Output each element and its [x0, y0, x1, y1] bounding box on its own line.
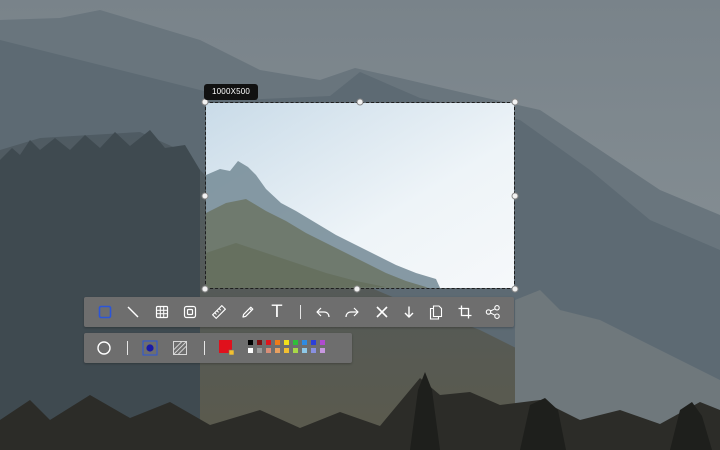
color-swatch[interactable]	[293, 348, 298, 353]
color-swatch[interactable]	[275, 348, 280, 353]
filled-dot-icon	[142, 340, 158, 356]
line-tool-button[interactable]	[121, 297, 145, 327]
pencil-icon	[242, 306, 254, 318]
toolbar-divider	[300, 305, 301, 319]
color-swatch[interactable]	[320, 340, 325, 345]
hatch-fill-icon	[173, 341, 187, 355]
color-swatch[interactable]	[311, 348, 316, 353]
download-button[interactable]	[397, 297, 421, 327]
stroke-style-circle-button[interactable]	[92, 333, 116, 363]
selection-preview	[206, 103, 514, 288]
color-swatch[interactable]	[266, 348, 271, 353]
cancel-icon	[376, 306, 388, 318]
rectangle-tool-button[interactable]	[93, 297, 117, 327]
frame-tool-button[interactable]	[178, 297, 202, 327]
undo-button[interactable]	[311, 297, 335, 327]
copy-button[interactable]	[424, 297, 448, 327]
resize-handle-top[interactable]	[356, 98, 364, 106]
fill-dot-button[interactable]	[138, 333, 162, 363]
color-swatch[interactable]	[284, 340, 289, 345]
color-swatch[interactable]	[248, 340, 253, 345]
text-tool-button[interactable]: T	[265, 297, 289, 327]
selection-size-badge: 1000X500	[204, 84, 259, 100]
ruler-icon	[212, 305, 226, 319]
pencil-tool-button[interactable]	[236, 297, 260, 327]
redo-icon	[345, 307, 359, 318]
current-color-swatch	[219, 340, 235, 356]
cancel-button[interactable]	[370, 297, 394, 327]
share-icon	[485, 305, 500, 319]
resize-handle-left[interactable]	[201, 192, 209, 200]
capture-selection[interactable]	[205, 102, 515, 289]
annotation-toolbar: T	[84, 297, 514, 327]
current-color-button[interactable]	[215, 333, 239, 363]
color-swatch[interactable]	[302, 348, 307, 353]
mosaic-tool-button[interactable]	[150, 297, 174, 327]
resize-handle-right[interactable]	[511, 192, 519, 200]
copy-icon	[429, 305, 443, 320]
mosaic-grid-icon	[155, 305, 169, 319]
toolbar-divider	[204, 341, 205, 355]
line-icon	[127, 306, 139, 318]
share-button[interactable]	[481, 297, 505, 327]
color-swatch[interactable]	[284, 348, 289, 353]
tool-options-toolbar	[84, 333, 352, 363]
circle-stroke-icon	[97, 341, 111, 355]
color-swatch[interactable]	[248, 348, 253, 353]
redo-button[interactable]	[340, 297, 364, 327]
color-palette	[248, 340, 338, 356]
color-swatch[interactable]	[293, 340, 298, 345]
resize-handle-top-right[interactable]	[511, 98, 519, 106]
toolbar-divider	[127, 341, 128, 355]
color-swatch[interactable]	[257, 340, 262, 345]
crop-button[interactable]	[453, 297, 477, 327]
color-swatch[interactable]	[266, 340, 271, 345]
hatch-fill-button[interactable]	[168, 333, 192, 363]
rectangle-icon	[98, 305, 112, 319]
download-icon	[404, 306, 414, 318]
crop-icon	[458, 305, 472, 319]
color-swatch[interactable]	[311, 340, 316, 345]
resize-handle-bottom[interactable]	[353, 285, 361, 293]
color-swatch[interactable]	[302, 340, 307, 345]
undo-icon	[316, 307, 330, 318]
text-icon: T	[271, 302, 283, 322]
color-swatch[interactable]	[320, 348, 325, 353]
color-swatch[interactable]	[257, 348, 262, 353]
resize-handle-bottom-right[interactable]	[511, 285, 519, 293]
ruler-tool-button[interactable]	[207, 297, 231, 327]
resize-handle-bottom-left[interactable]	[201, 285, 209, 293]
color-swatch[interactable]	[275, 340, 280, 345]
frame-icon	[183, 305, 197, 319]
